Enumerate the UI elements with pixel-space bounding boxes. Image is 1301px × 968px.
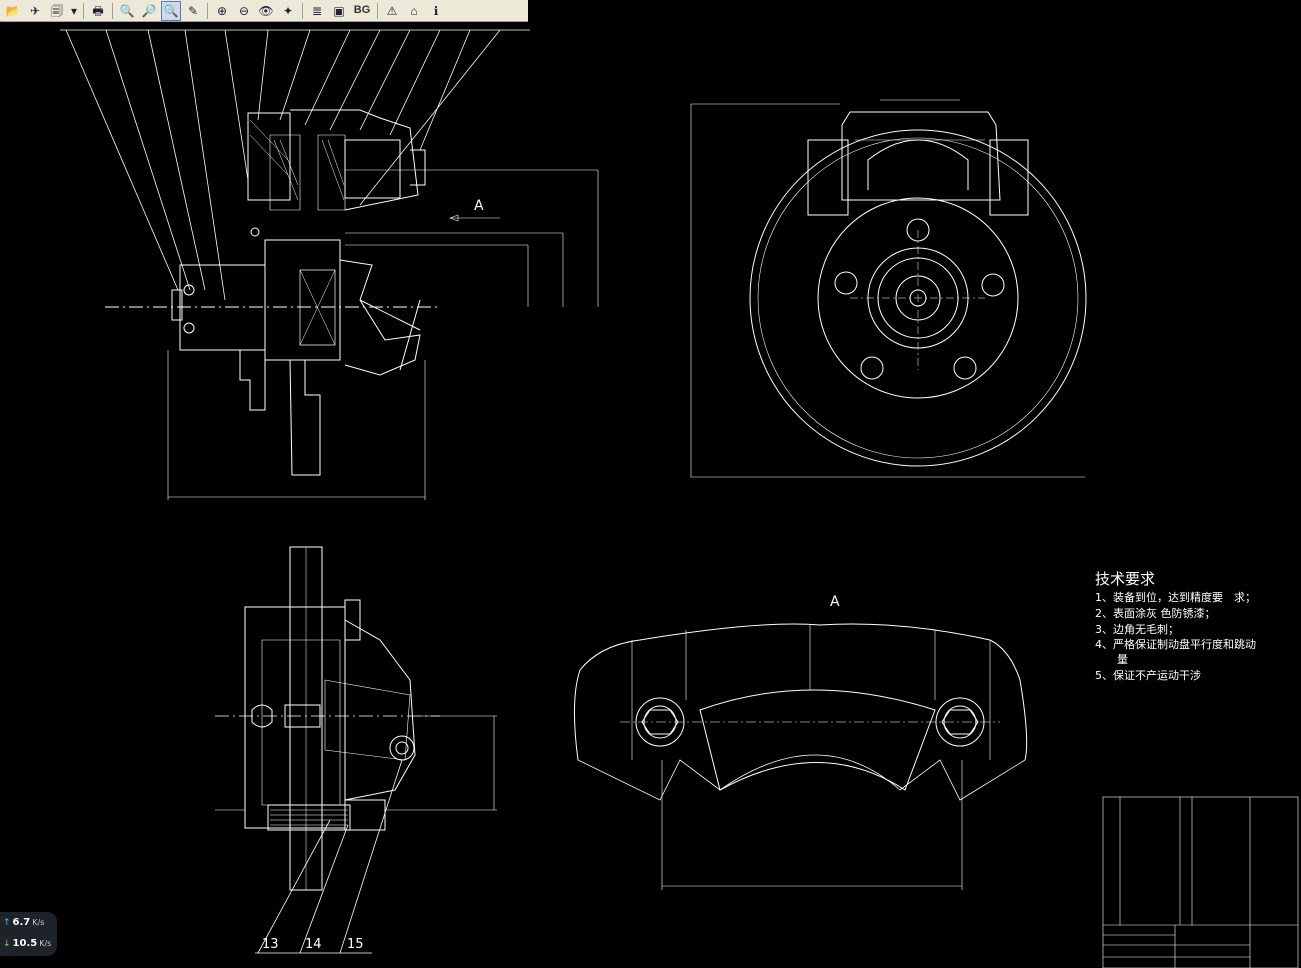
zoom-in-icon[interactable]: 🔎 [139, 1, 159, 21]
zoom-previous-icon[interactable]: ⊖ [234, 1, 254, 21]
upload-value: 6.7 [12, 917, 31, 928]
tech-item: 3、边角无毛刺； [1095, 623, 1179, 636]
pin-icon[interactable]: ✈ [25, 1, 45, 21]
download-unit: K/s [39, 939, 52, 948]
open-icon[interactable]: 📂 [3, 1, 23, 21]
technical-requirements: 技术要求 1、装备到位，达到精度要 求； 2、表面涂灰 色防锈漆； 3、边角无毛… [1095, 570, 1256, 682]
upload-arrow-icon: ↑ [3, 918, 11, 928]
rotate-icon[interactable]: ✦ [278, 1, 298, 21]
upload-unit: K/s [32, 918, 45, 927]
toolbar-separator [83, 2, 84, 19]
caliper-side-view: 13 14 15 [215, 546, 497, 954]
zoom-window-icon[interactable]: 🔍 [161, 0, 181, 21]
warning-icon[interactable]: ⚠ [382, 1, 402, 21]
part-number-13: 13 [262, 937, 279, 952]
layers-icon[interactable]: 🗐 [47, 1, 67, 21]
toolbar-separator [377, 2, 378, 19]
tech-item: 2、表面涂灰 色防锈漆； [1095, 606, 1216, 620]
download-arrow-icon: ↓ [3, 939, 11, 949]
tech-item: 4、严格保证制动盘平行度和跳动 [1095, 637, 1256, 651]
download-speed: ↓ 10.5 K/s [3, 938, 51, 949]
home-icon[interactable]: ⌂ [404, 1, 424, 21]
eye-icon[interactable]: 👁 [256, 1, 276, 21]
upload-speed: ↑ 6.7 K/s [3, 917, 44, 928]
disc-front-view [690, 99, 1087, 478]
tech-item: 1、装备到位，达到精度要 求； [1095, 590, 1256, 604]
layer-icon[interactable]: ≣ [307, 1, 327, 21]
parts-list-table [1102, 796, 1299, 968]
toolbar-separator [207, 2, 208, 19]
dropdown-icon[interactable]: ▾ [69, 1, 79, 21]
part-number-14: 14 [305, 937, 322, 952]
toolbar-separator [302, 2, 303, 19]
tech-item: 5、保证不产运动干涉 [1095, 668, 1201, 682]
section-view: A [60, 29, 599, 500]
download-value: 10.5 [12, 938, 38, 949]
tech-title: 技术要求 [1095, 570, 1155, 588]
print-icon[interactable]: 🖶 [88, 1, 108, 21]
view-label-a: A [474, 198, 484, 214]
zoom-out-icon[interactable]: 🔍 [117, 1, 137, 21]
cad-toolbar: 📂 ✈ 🗐 ▾ 🖶 🔍 🔎 🔍 ✎ ⊕ ⊖ 👁 ✦ ≣ ▣ BG ⚠ ⌂ ℹ [0, 0, 528, 22]
caliper-view-a: A [573, 594, 1028, 890]
toolbar-separator [112, 2, 113, 19]
background-icon[interactable]: BG [351, 1, 373, 21]
network-speed-widget: ↑ 6.7 K/s ↓ 10.5 K/s [0, 912, 57, 956]
tech-item: 量 [1095, 653, 1128, 666]
pan-icon[interactable]: ✎ [183, 1, 203, 21]
view-label-a: A [830, 594, 840, 610]
zoom-extents-icon[interactable]: ⊕ [212, 1, 232, 21]
part-number-15: 15 [347, 937, 364, 952]
cad-drawing-canvas[interactable]: A 13 14 15 A 技术要求 1、装备到位，达到精度要 求； 2、表面涂灰… [0, 22, 1301, 968]
window-icon[interactable]: ▣ [329, 1, 349, 21]
info-icon[interactable]: ℹ [426, 1, 446, 21]
